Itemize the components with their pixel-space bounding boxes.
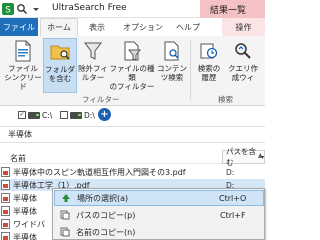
menu-item-label: 場所の選択(a) [77,193,129,203]
search-history-label: 検索の 履歴 [197,64,221,82]
copy-icon [54,227,76,237]
copy-icon [54,210,76,220]
tab-view[interactable]: 表示 [82,18,112,36]
filter-group-label: フィルター [82,95,120,104]
search-input[interactable]: 半導体 [0,126,265,143]
file-link-icon [11,38,35,64]
include-folder-label: フォルダ を含む [45,65,75,83]
query-wizard-icon [231,38,255,64]
content-search-label: コンテン ツ検索 [157,64,187,82]
table-row[interactable]: 半導体中のスピン軌道相互作用入門図その3.pdf D: [0,166,265,178]
drive-d-item[interactable]: D:\ [60,111,95,120]
content-search-icon [160,38,184,64]
ribbon-separator [190,40,191,100]
drive-bar: ✓ C:\ D:\ [0,107,265,123]
folder-search-icon [48,39,72,65]
tab-options[interactable]: オプション [118,18,168,36]
app-logo-icon: S [2,3,14,15]
tab-help[interactable]: ヘルプ [170,18,206,36]
pdf-file-icon [1,232,10,240]
include-folder-button[interactable]: フォルダ を含む [43,38,77,93]
hard-drive-icon [28,111,40,119]
file-type-filter-icon [120,38,144,64]
drive-c-label: C:\ [42,110,53,120]
query-wizard-button[interactable]: クエリ作 成ウィ [225,38,261,82]
menu-item-shortcut: Ctrl+O [219,193,247,203]
menu-item-select-location[interactable]: 場所の選択(a) Ctrl+O [54,190,264,206]
search-group-label: 検索 [218,95,233,104]
ribbon-tab-bar: ファイル ホーム 表示 オプション ヘルプ 操作 [0,18,265,36]
pdf-file-icon [1,167,10,177]
file-name: 半導体 [13,193,37,203]
drive-d-label: D:\ [84,110,95,120]
pdf-file-icon [1,219,10,229]
svg-text:S: S [5,6,11,16]
arrow-up-icon [55,193,77,203]
add-drive-button[interactable]: + [98,108,111,121]
file-type-filter-label: ファイルの種類 のフィルター [109,64,155,91]
menu-item-shortcut: Ctrl+F [220,210,246,220]
pdf-file-icon [1,193,10,203]
drive-d-checkbox[interactable] [60,111,68,119]
drive-c-item[interactable]: ✓ C:\ [18,111,52,120]
file-path: D: [226,167,235,177]
dropdown-arrow-icon[interactable] [30,3,42,15]
ribbon-panel: ファイル シンクリード フォルダ を含む 除外フィ ルター ファイルの種類 のフ… [0,36,265,106]
context-menu: 場所の選択(a) Ctrl+O パスのコピー(p) Ctrl+F 名前のコピー(… [52,188,265,240]
file-type-filter-button[interactable]: ファイルの種類 のフィルター [108,38,156,91]
hard-drive-icon [70,111,82,119]
column-header-name[interactable]: 名前 [10,153,26,164]
query-wizard-label: クエリ作 成ウィ [228,64,258,82]
exclude-filter-button[interactable]: 除外フィ ルター [78,38,108,82]
file-name: 半導体 [13,232,37,240]
pdf-file-icon [1,206,10,216]
app-title: UltraSearch Free [52,3,127,13]
file-link-button[interactable]: ファイル シンクリード [4,38,42,91]
drive-c-checkbox[interactable]: ✓ [18,111,26,119]
search-history-button[interactable]: 検索の 履歴 [194,38,224,82]
exclude-filter-label: 除外フィ ルター [78,64,108,82]
file-name: 半導体 [13,206,37,216]
tab-operations[interactable]: 操作 [222,18,265,36]
file-name: 半導体中のスピン軌道相互作用入門図その3.pdf [13,167,186,177]
menu-item-copy-path[interactable]: パスのコピー(p) Ctrl+F [54,207,264,223]
menu-item-label: 名前のコピー(n) [76,227,136,237]
menu-item-copy-name[interactable]: 名前のコピー(n) [54,224,264,240]
menu-item-label: パスのコピー(p) [76,210,136,220]
context-tab-results[interactable]: 結果一覧 [200,0,265,18]
history-icon [197,38,221,64]
file-link-label: ファイル シンクリード [4,64,42,91]
file-name: ワイドバ [13,219,45,229]
search-icon[interactable] [16,3,28,15]
quick-access-toolbar: S [2,2,44,16]
funnel-icon [81,38,105,64]
tab-home[interactable]: ホーム [40,18,78,36]
scroll-up-icon[interactable]: ▲ [258,152,263,159]
pdf-file-icon [1,180,10,190]
tab-file[interactable]: ファイル [0,18,38,36]
column-header-path-label: パスを含む [226,147,256,167]
content-search-button[interactable]: コンテン ツ検索 [157,38,187,82]
